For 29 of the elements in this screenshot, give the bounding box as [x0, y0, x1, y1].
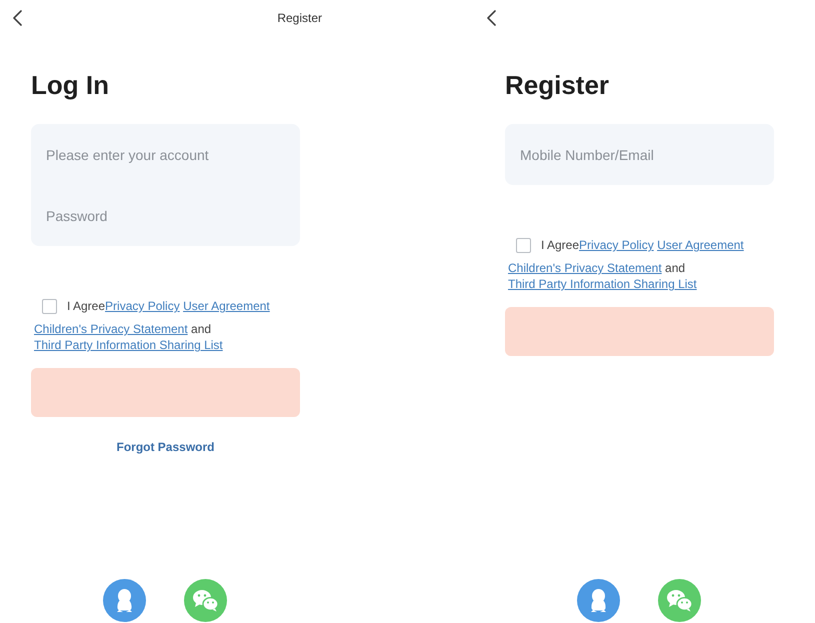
checkbox[interactable]: [42, 298, 57, 314]
forgot-password-link[interactable]: Forgot Password: [116, 439, 214, 455]
agreement-link[interactable]: Third Party Information Sharing List: [508, 277, 697, 291]
chat-bubbles-icon[interactable]: [184, 579, 227, 622]
register-link[interactable]: Register: [277, 10, 322, 26]
agreement-text: I AgreePrivacy Policy User Agreement: [67, 298, 270, 314]
back-button[interactable]: [487, 10, 496, 26]
page-title: Register: [505, 70, 610, 100]
agreement-link[interactable]: Third Party Information Sharing List: [34, 338, 223, 352]
page-title: Log In: [31, 70, 110, 100]
checkbox[interactable]: [516, 238, 531, 252]
agreement-text: I AgreePrivacy Policy User Agreement: [541, 237, 744, 253]
agreement-text: Children's Privacy Statement and Third Party Information Sharing List: [508, 260, 698, 292]
agreement-text: Children's Privacy Statement and Third Party Information Sharing List: [34, 321, 224, 353]
penguin-icon[interactable]: [103, 579, 146, 622]
agreement-link[interactable]: User Agreement: [183, 299, 270, 313]
text-field[interactable]: Mobile Number/Email: [505, 124, 774, 185]
text-field[interactable]: Password: [31, 185, 300, 246]
text-field[interactable]: Please enter your account: [31, 124, 300, 185]
chevron-left-icon: [13, 10, 22, 26]
penguin-icon[interactable]: [577, 579, 620, 622]
chat-bubbles-icon[interactable]: [658, 579, 701, 622]
agreement-link[interactable]: Children's Privacy Statement: [508, 261, 662, 275]
agreement-link[interactable]: Children's Privacy Statement: [34, 322, 188, 336]
back-button[interactable]: [13, 10, 22, 26]
agreement-link[interactable]: Privacy Policy: [579, 238, 654, 252]
agreement-link[interactable]: User Agreement: [657, 238, 744, 252]
agreement-link[interactable]: Privacy Policy: [105, 299, 180, 313]
chevron-left-icon: [487, 10, 496, 26]
